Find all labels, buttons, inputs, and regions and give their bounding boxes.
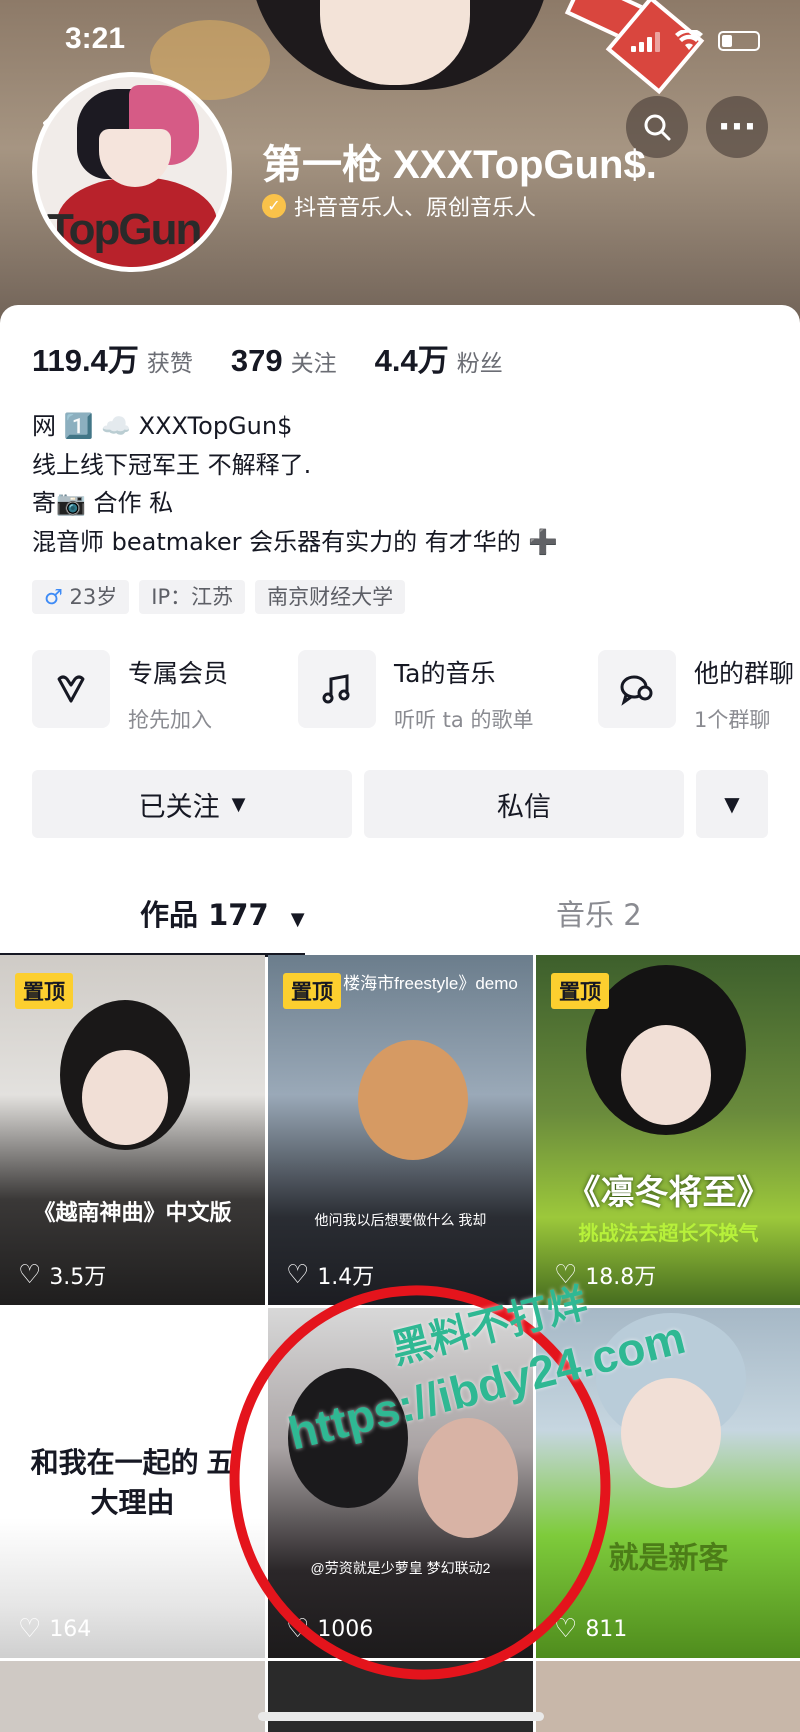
- music-entry[interactable]: Ta的音乐 听听 ta 的歌单: [298, 650, 533, 734]
- cellular-signal-icon: [631, 30, 660, 52]
- wifi-icon: [675, 30, 703, 50]
- like-count: 3.5万: [49, 1265, 107, 1290]
- video-thumbnail[interactable]: [0, 1661, 265, 1732]
- stat-label: 粉丝: [456, 351, 503, 377]
- message-button[interactable]: 私信: [364, 770, 684, 838]
- status-icons: [631, 30, 760, 52]
- video-thumbnail[interactable]: 置顶 楼海市freestyle》demo 他问我以后想要做什么 我却 ♡ 1.4万: [268, 955, 533, 1305]
- heart-outline-icon: ♡: [286, 1260, 310, 1290]
- school-tag[interactable]: 南京财经大学: [255, 580, 406, 614]
- profile-stats: 119.4万 获赞 379 关注 4.4万 粉丝: [32, 335, 503, 380]
- message-label: 私信: [497, 791, 551, 823]
- feature-entries: 专属会员 抢先加入 Ta的音乐 听听 ta 的歌单 他的群聊 1个群聊: [32, 650, 800, 740]
- pinned-badge: 置顶: [551, 973, 609, 1009]
- feature-title: 专属会员: [128, 659, 229, 688]
- more-options-button[interactable]: ···: [706, 96, 768, 158]
- bio-line: 网 1️⃣ ☁️ XXXTopGun$: [32, 412, 293, 440]
- tab-label: 作品 177: [140, 898, 269, 932]
- music-note-icon: [298, 650, 376, 728]
- video-likes: ♡ 1.4万: [286, 1259, 374, 1291]
- group-chat-icon: [598, 650, 676, 728]
- stat-following[interactable]: 379 关注: [231, 343, 337, 379]
- heart-v-icon: [32, 650, 110, 728]
- like-count: 811: [585, 1616, 628, 1642]
- stat-likes[interactable]: 119.4万 获赞: [32, 335, 193, 380]
- stat-value: 379: [230, 343, 283, 378]
- caret-down-icon: ▼: [290, 909, 305, 930]
- stat-followers[interactable]: 4.4万 粉丝: [375, 335, 503, 380]
- home-indicator: [258, 1712, 544, 1721]
- status-time: 3:21: [65, 22, 126, 55]
- feature-subtitle: 听听 ta 的歌单: [394, 708, 534, 732]
- avatar[interactable]: TopGun: [32, 72, 232, 272]
- video-caption: 和我在一起的 五大理由: [30, 1447, 235, 1518]
- verification-badge: ✓ 抖音音乐人、原创音乐人: [262, 190, 536, 222]
- video-likes: ♡ 811: [554, 1614, 627, 1644]
- stat-value: 4.4万: [374, 343, 449, 378]
- thumbnail-art: [358, 1040, 468, 1160]
- more-actions-button[interactable]: ▼: [696, 770, 768, 838]
- followed-button[interactable]: 已关注 ▼: [32, 770, 352, 838]
- heart-outline-icon: ♡: [18, 1614, 42, 1644]
- video-thumbnail[interactable]: 置顶 《越南神曲》中文版 ♡ 3.5万: [0, 955, 265, 1305]
- feature-title: Ta的音乐: [394, 659, 496, 688]
- ip-tag: IP：江苏: [139, 580, 246, 614]
- video-caption: 楼海市freestyle》demo: [343, 974, 518, 993]
- followed-label: 已关注: [138, 791, 220, 823]
- member-entry[interactable]: 专属会员 抢先加入: [32, 650, 228, 734]
- profile-tags: ♂ 23岁 IP：江苏 南京财经大学: [32, 580, 406, 614]
- bio-line: 寄📷 合作 私: [32, 489, 174, 517]
- thumbnail-art: [82, 1050, 168, 1145]
- video-caption: 《越南神曲》中文版: [33, 1200, 232, 1225]
- thumbnail-art: [621, 1378, 721, 1488]
- feature-subtitle: 1个群聊: [694, 708, 771, 732]
- profile-bio: 网 1️⃣ ☁️ XXXTopGun$ 线上线下冠军王 不解释了. 寄📷 合作 …: [32, 407, 558, 561]
- bio-line: 混音师 beatmaker 会乐器有实力的 有才华的 ➕: [32, 527, 559, 556]
- verified-check-icon: ✓: [262, 194, 286, 218]
- bio-line: 线上线下冠军王 不解释了.: [32, 450, 312, 479]
- stat-label: 获赞: [146, 351, 193, 377]
- avatar-logo-text: TopGun: [47, 205, 202, 254]
- group-chat-entry[interactable]: 他的群聊 1个群聊: [598, 650, 794, 734]
- video-thumbnail[interactable]: 和我在一起的 五大理由 ♡ 164: [0, 1308, 265, 1658]
- video-likes: ♡ 3.5万: [18, 1259, 106, 1291]
- status-bar: 3:21: [0, 22, 800, 62]
- like-count: 164: [49, 1616, 92, 1642]
- tab-music[interactable]: 音乐 2: [556, 875, 642, 955]
- content-tabs: 作品 177 ▼ 音乐 2: [0, 875, 800, 957]
- caret-down-icon: ▼: [724, 792, 740, 816]
- caret-down-icon: ▼: [231, 793, 246, 815]
- video-subtitle: 他问我以后想要做什么 我却: [314, 1212, 487, 1228]
- pinned-badge: 置顶: [15, 973, 73, 1009]
- video-thumbnail[interactable]: [536, 1661, 800, 1732]
- battery-icon: [718, 31, 760, 51]
- feature-title: 他的群聊: [694, 659, 795, 688]
- tab-label: 音乐 2: [556, 898, 642, 932]
- thumbnail-art: [621, 1025, 711, 1125]
- video-likes: ♡ 164: [18, 1614, 91, 1644]
- feature-subtitle: 抢先加入: [128, 708, 212, 732]
- age-tag: ♂ 23岁: [32, 580, 130, 614]
- heart-outline-icon: ♡: [18, 1260, 42, 1290]
- profile-actions: 已关注 ▼ 私信 ▼: [32, 770, 768, 838]
- tab-works[interactable]: 作品 177 ▼: [140, 875, 305, 955]
- age-text: 23岁: [69, 585, 118, 609]
- like-count: 1.4万: [317, 1265, 375, 1290]
- profile-nickname: 第一枪 XXXTopGun$.: [262, 143, 657, 187]
- stat-value: 119.4万: [32, 343, 139, 378]
- male-icon: ♂: [44, 585, 70, 609]
- video-caption: 《凛冬将至》: [566, 1174, 771, 1212]
- ellipsis-icon: ···: [717, 107, 757, 147]
- stat-label: 关注: [290, 351, 337, 377]
- verification-text: 抖音音乐人、原创音乐人: [294, 196, 537, 221]
